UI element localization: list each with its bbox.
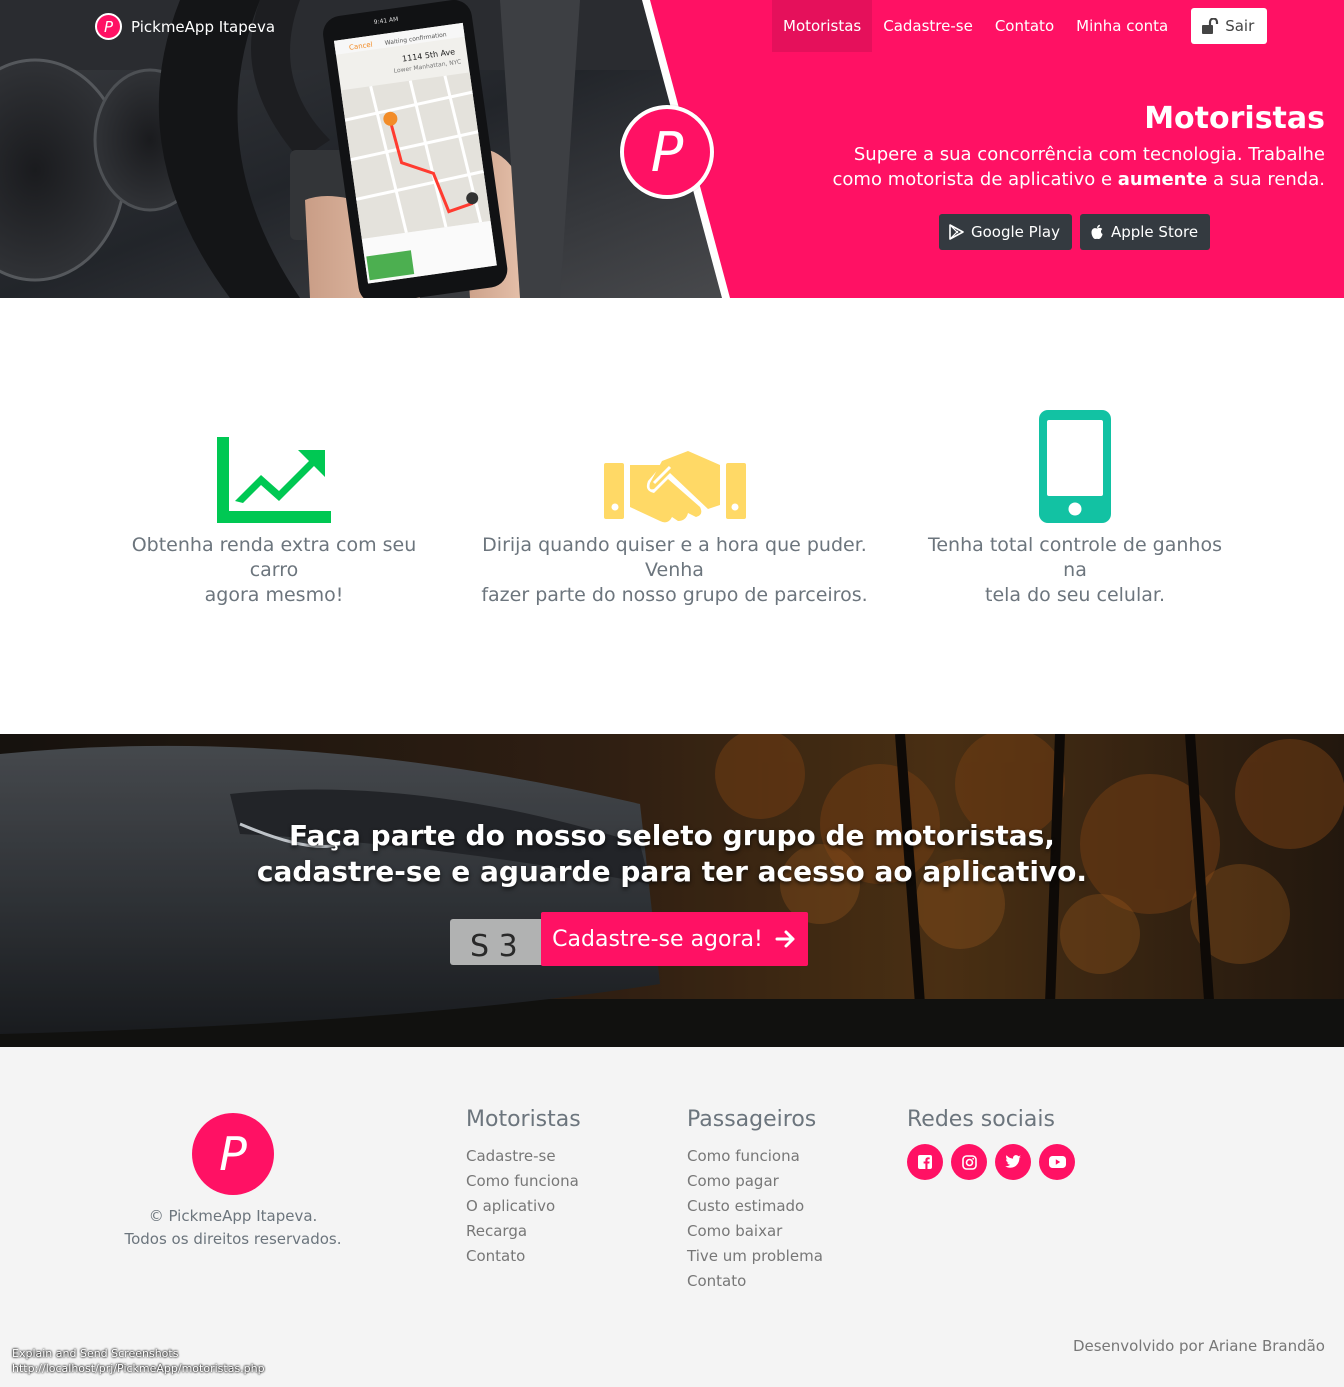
apple-store-button[interactable]: Apple Store xyxy=(1079,214,1211,250)
main-nav: Motoristas Cadastre-se Contato Minha con… xyxy=(772,0,1268,52)
logout-button[interactable]: Sair xyxy=(1191,8,1268,44)
facebook-icon xyxy=(918,1155,932,1169)
instagram-icon xyxy=(961,1154,977,1170)
cta-heading: Faça parte do nosso seleto grupo de moto… xyxy=(0,818,1344,890)
cta-section: S 3 Faça parte do nosso seleto grupo de … xyxy=(0,734,1344,1047)
cta-heading-line2: cadastre-se e aguarde para ter acesso ao… xyxy=(256,855,1088,888)
google-play-label: Google Play xyxy=(971,223,1060,241)
footer-copyright: © PickmeApp Itapeva. Todos os direitos r… xyxy=(100,1205,366,1251)
feature-text-line1: Obtenha renda extra com seu carro xyxy=(131,534,417,581)
store-buttons: Google Play Apple Store xyxy=(939,214,1211,250)
footer-link-contato[interactable]: Contato xyxy=(466,1244,581,1269)
instagram-button[interactable] xyxy=(951,1144,987,1180)
footer-link-cadastre-se[interactable]: Cadastre-se xyxy=(466,1144,581,1169)
google-play-icon xyxy=(949,224,964,240)
footer-col-title: Redes sociais xyxy=(907,1107,1055,1132)
mobile-phone-icon xyxy=(1039,410,1111,523)
signup-now-button[interactable]: Cadastre-se agora! xyxy=(541,912,808,966)
signup-now-label: Cadastre-se agora! xyxy=(552,926,763,952)
feature-text-line1: Dirija quando quiser e a hora que puder.… xyxy=(482,534,867,581)
arrow-right-icon xyxy=(775,930,795,948)
unlock-icon xyxy=(1202,18,1219,34)
chart-line-icon xyxy=(217,437,331,523)
hero-section: Cancel Waiting confirmation 1114 5th Ave… xyxy=(0,0,1344,298)
apple-icon xyxy=(1091,224,1103,240)
cta-background-photo: S 3 xyxy=(0,734,1344,1047)
footer-link-como-baixar[interactable]: Como baixar xyxy=(687,1219,823,1244)
social-links xyxy=(907,1144,1075,1180)
apple-store-label: Apple Store xyxy=(1110,223,1199,241)
footer-logo: P xyxy=(192,1113,274,1195)
feature-text-line2: tela do seu celular. xyxy=(985,584,1165,606)
feature-earnings-control: Tenha total controle de ganhos na tela d… xyxy=(920,408,1230,608)
overlay-line2: http://localhost/prj/PickmeApp/motorista… xyxy=(12,1362,265,1375)
nav-link-minha-conta[interactable]: Minha conta xyxy=(1065,0,1179,52)
feature-flexible-hours: Dirija quando quiser e a hora que puder.… xyxy=(462,408,887,608)
footer-link-como-funciona[interactable]: Como funciona xyxy=(687,1144,823,1169)
feature-text-line1: Tenha total controle de ganhos na xyxy=(927,534,1222,581)
brand[interactable]: P PickmeApp Itapeva xyxy=(95,13,275,40)
logout-label: Sair xyxy=(1225,17,1255,35)
twitter-icon xyxy=(1005,1155,1021,1168)
hero-subtitle: Supere a sua concorrência com tecnologia… xyxy=(805,142,1325,192)
hero-subtitle-bold: aumente xyxy=(1117,169,1208,190)
nav-link-cadastre-se[interactable]: Cadastre-se xyxy=(872,0,984,52)
overlay-line1: Explain and Send Screenshots xyxy=(12,1347,179,1360)
nav-link-contato[interactable]: Contato xyxy=(984,0,1065,52)
footer-col-redes-sociais: Redes sociais xyxy=(907,1107,1075,1180)
facebook-button[interactable] xyxy=(907,1144,943,1180)
features-section: Obtenha renda extra com seu carro agora … xyxy=(0,298,1344,734)
brand-logo: P xyxy=(95,13,122,40)
nav-link-motoristas[interactable]: Motoristas xyxy=(772,0,873,52)
feature-extra-income: Obtenha renda extra com seu carro agora … xyxy=(114,408,434,608)
footer-col-title: Passageiros xyxy=(687,1107,817,1132)
feature-text-line2: agora mesmo! xyxy=(204,584,344,606)
handshake-icon xyxy=(603,451,746,523)
footer-link-como-funciona[interactable]: Como funciona xyxy=(466,1169,581,1194)
footer-link-custo-estimado[interactable]: Custo estimado xyxy=(687,1194,823,1219)
developer-credit: Desenvolvido por Ariane Brandão xyxy=(1072,1337,1325,1355)
copyright-line2: Todos os direitos reservados. xyxy=(124,1230,342,1248)
footer-col-passageiros: Passageiros Como funciona Como pagar Cus… xyxy=(687,1107,823,1294)
footer-link-como-pagar[interactable]: Como pagar xyxy=(687,1169,823,1194)
twitter-button[interactable] xyxy=(995,1144,1031,1180)
youtube-button[interactable] xyxy=(1039,1144,1075,1180)
cta-heading-line1: Faça parte do nosso seleto grupo de moto… xyxy=(289,819,1055,852)
footer-link-contato[interactable]: Contato xyxy=(687,1269,823,1294)
footer: P © PickmeApp Itapeva. Todos os direitos… xyxy=(0,1047,1344,1387)
footer-link-recarga[interactable]: Recarga xyxy=(466,1219,581,1244)
copyright-line1: © PickmeApp Itapeva. xyxy=(148,1207,318,1225)
feature-text-line2: fazer parte do nosso grupo de parceiros. xyxy=(481,584,868,606)
google-play-button[interactable]: Google Play xyxy=(939,214,1072,250)
footer-link-o-aplicativo[interactable]: O aplicativo xyxy=(466,1194,581,1219)
footer-col-motoristas: Motoristas Cadastre-se Como funciona O a… xyxy=(466,1107,581,1269)
footer-link-tive-um-problema[interactable]: Tive um problema xyxy=(687,1244,823,1269)
brand-name: PickmeApp Itapeva xyxy=(131,17,276,36)
footer-col-title: Motoristas xyxy=(466,1107,581,1132)
hero-app-logo: P xyxy=(620,105,714,199)
screenshot-tool-overlay: Explain and Send Screenshots http://loca… xyxy=(12,1346,265,1376)
hero-subtitle-part2: a sua renda. xyxy=(1207,169,1325,190)
youtube-icon xyxy=(1048,1156,1066,1168)
page-title: Motoristas xyxy=(1144,101,1325,136)
